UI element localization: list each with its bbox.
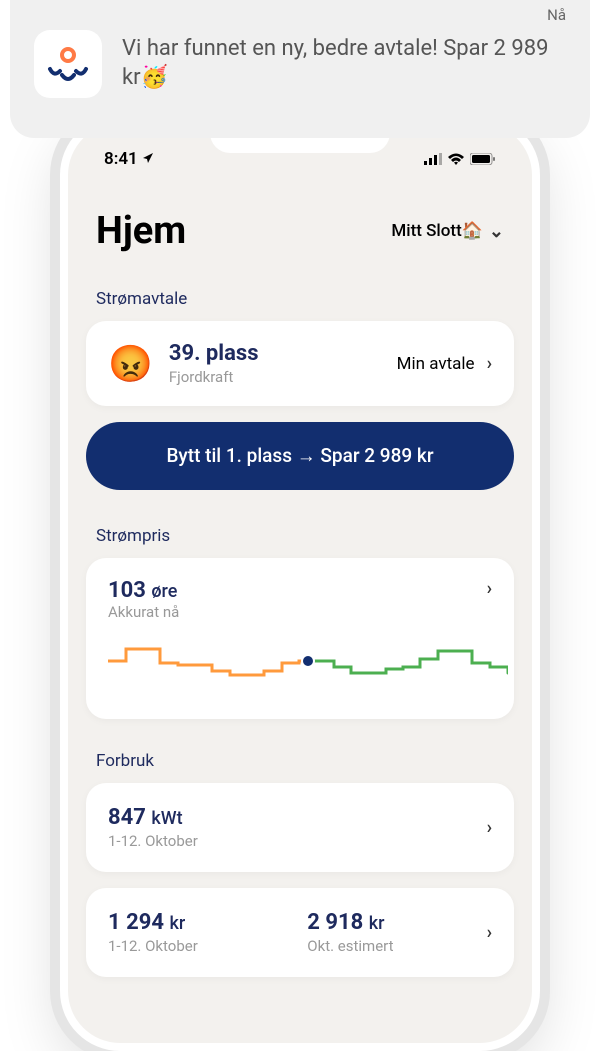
angry-emoji-icon: 😡	[108, 343, 153, 385]
location-arrow-icon	[142, 149, 154, 169]
usage-period: 1-12. Oktober	[108, 832, 198, 850]
price-number: 103	[108, 578, 146, 603]
contract-action-label: Min avtale	[397, 354, 475, 374]
price-section-label: Strømpris	[68, 510, 532, 558]
phone-screen: 8:41 Hjem Mitt Slott🏠	[68, 123, 532, 1043]
contract-card[interactable]: 😡 39. plass Fjordkraft Min avtale ›	[86, 321, 514, 406]
cost-right-number: 2 918	[307, 910, 363, 935]
chevron-right-icon: ›	[487, 353, 492, 374]
push-notification[interactable]: Nå Vi har funnet en ny, bedre avtale! Sp…	[10, 0, 590, 138]
usage-card[interactable]: 847 kWt 1-12. Oktober ›	[86, 783, 514, 872]
chevron-right-icon: ›	[487, 817, 492, 838]
wifi-icon	[448, 150, 464, 169]
chevron-down-icon: ⌄	[489, 221, 504, 242]
page-header: Hjem Mitt Slott🏠 ⌄	[68, 169, 532, 273]
contract-card-content: 😡 39. plass Fjordkraft	[108, 341, 259, 386]
price-unit: øre	[151, 581, 177, 602]
price-card[interactable]: 103 øre Akkurat nå ›	[86, 558, 514, 719]
cost-left-period: 1-12. Oktober	[108, 937, 287, 955]
page-title: Hjem	[96, 209, 186, 253]
notification-time-label: Nå	[547, 6, 566, 24]
switch-deal-button[interactable]: Bytt til 1. plass → Spar 2 989 kr	[86, 422, 514, 490]
cost-actual-value: 1 294 kr	[108, 910, 287, 935]
cost-right-period: Okt. estimert	[307, 937, 486, 955]
location-selector[interactable]: Mitt Slott🏠 ⌄	[391, 221, 504, 242]
contract-section-label: Strømavtale	[68, 273, 532, 321]
status-time-text: 8:41	[104, 149, 138, 169]
contract-card-action: Min avtale ›	[397, 353, 492, 374]
cost-left-number: 1 294	[108, 910, 164, 935]
signal-icon	[424, 150, 442, 169]
app-icon	[34, 30, 102, 98]
price-sparkline-chart	[108, 641, 508, 691]
cost-estimated-value: 2 918 kr	[307, 910, 486, 935]
cost-card[interactable]: 1 294 kr 1-12. Oktober 2 918 kr Okt. est…	[86, 888, 514, 977]
price-value: 103 øre	[108, 578, 179, 603]
current-price-marker	[302, 655, 314, 667]
status-time: 8:41	[104, 149, 154, 169]
cost-right-unit: kr	[369, 913, 385, 934]
notification-message: Vi har funnet en ny, bedre avtale! Spar …	[122, 35, 566, 92]
chevron-right-icon: ›	[487, 578, 492, 599]
usage-value: 847 kWt	[108, 805, 198, 830]
usage-section-label: Forbruk	[68, 735, 532, 783]
contract-provider: Fjordkraft	[169, 368, 259, 386]
location-name: Mitt Slott🏠	[391, 221, 483, 241]
status-icons	[424, 150, 496, 169]
phone-frame: 8:41 Hjem Mitt Slott🏠	[60, 115, 540, 1051]
usage-unit: kWt	[151, 808, 182, 829]
price-when: Akkurat nå	[108, 603, 179, 621]
usage-number: 847	[108, 805, 146, 830]
cost-left-unit: kr	[169, 913, 185, 934]
chevron-right-icon: ›	[487, 922, 492, 943]
battery-icon	[470, 150, 496, 169]
contract-rank: 39. plass	[169, 341, 259, 366]
